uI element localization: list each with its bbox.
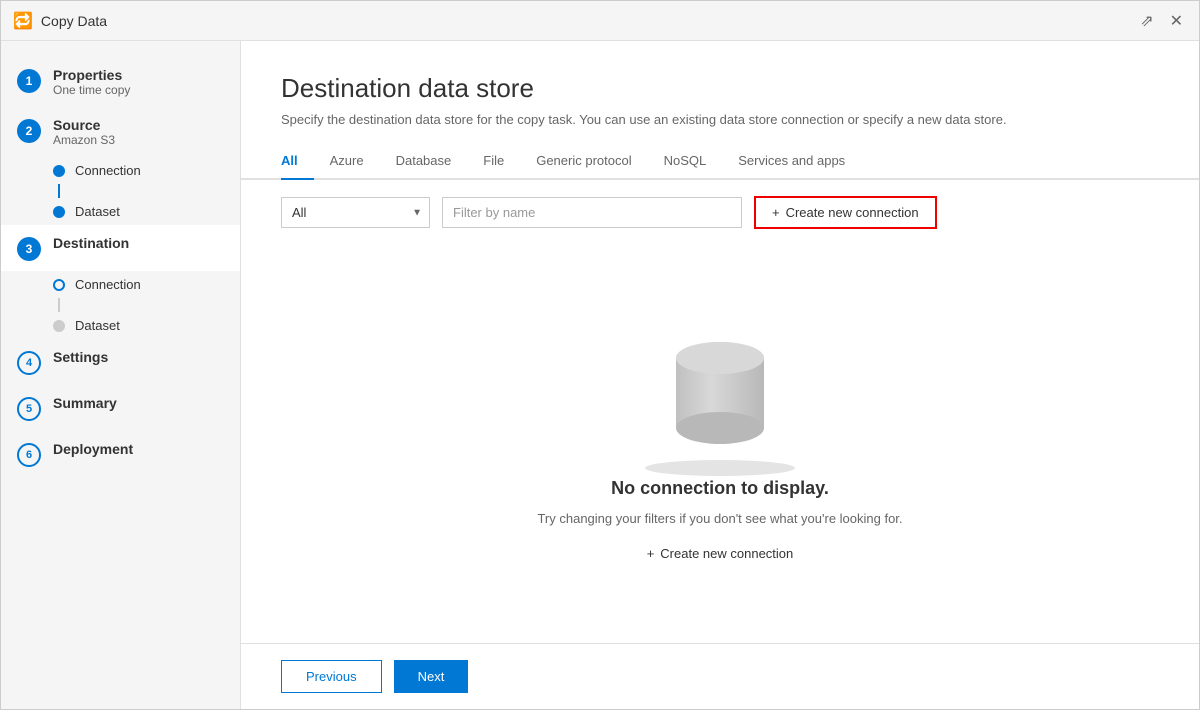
panel-subtitle: Specify the destination data store for t… <box>281 112 1159 127</box>
step-name-5: Summary <box>53 395 117 411</box>
sidebar-item-destination[interactable]: 3 Destination <box>1 225 240 271</box>
plus-icon-empty: + <box>647 546 655 561</box>
tab-azure[interactable]: Azure <box>314 143 380 180</box>
dest-sub-step-connector <box>58 298 60 312</box>
window-controls: ⇗ ✕ <box>1136 9 1187 33</box>
empty-state: No connection to display. Try changing y… <box>241 245 1199 643</box>
source-dataset-sub-step: Dataset <box>53 198 240 225</box>
create-connection-button-top[interactable]: + Create new connection <box>754 196 937 229</box>
main-panel: Destination data store Specify the desti… <box>241 41 1199 709</box>
step-label-2: Source Amazon S3 <box>53 117 115 147</box>
panel-header: Destination data store Specify the desti… <box>241 41 1199 143</box>
tab-services-and-apps[interactable]: Services and apps <box>722 143 861 180</box>
step-label-6: Deployment <box>53 441 133 457</box>
title-bar: 🔁 Copy Data ⇗ ✕ <box>1 1 1199 41</box>
sidebar-item-properties[interactable]: 1 Properties One time copy <box>1 57 240 107</box>
sidebar: 1 Properties One time copy 2 Source Amaz… <box>1 41 241 709</box>
source-dataset-label: Dataset <box>75 204 120 219</box>
plus-icon: + <box>772 205 780 220</box>
tabs-bar: All Azure Database File Generic protocol… <box>241 143 1199 180</box>
copy-data-window: 🔁 Copy Data ⇗ ✕ 1 Properties One time co… <box>0 0 1200 710</box>
step-circle-4: 4 <box>17 351 41 375</box>
step-circle-6: 6 <box>17 443 41 467</box>
panel-footer: Previous Next <box>241 643 1199 709</box>
tab-nosql[interactable]: NoSQL <box>648 143 723 180</box>
database-shadow <box>640 458 800 478</box>
tab-file[interactable]: File <box>467 143 520 180</box>
dest-dataset-label: Dataset <box>75 318 120 333</box>
main-content: 1 Properties One time copy 2 Source Amaz… <box>1 41 1199 709</box>
step-sub-2: Amazon S3 <box>53 133 115 147</box>
dest-connection-label: Connection <box>75 277 141 292</box>
step-label-1: Properties One time copy <box>53 67 130 97</box>
step-circle-3: 3 <box>17 237 41 261</box>
close-button[interactable]: ✕ <box>1166 9 1187 33</box>
step-name-2: Source <box>53 117 115 133</box>
dest-connection-dot <box>53 279 65 291</box>
source-connection-label: Connection <box>75 163 141 178</box>
source-sub-steps: Connection Dataset <box>1 157 240 225</box>
step-name-1: Properties <box>53 67 130 83</box>
copy-data-icon: 🔁 <box>13 11 33 31</box>
create-connection-button-empty[interactable]: + Create new connection <box>647 546 794 561</box>
step-name-3: Destination <box>53 235 129 251</box>
filter-name-input[interactable] <box>442 197 742 228</box>
step-circle-5: 5 <box>17 397 41 421</box>
sidebar-item-deployment[interactable]: 6 Deployment <box>1 431 240 477</box>
sidebar-item-summary[interactable]: 5 Summary <box>1 385 240 431</box>
dest-dataset-sub-step: Dataset <box>53 312 240 339</box>
database-icon <box>660 328 780 458</box>
filter-select-wrap: All Azure Database File Generic protocol… <box>281 197 430 228</box>
sidebar-item-source[interactable]: 2 Source Amazon S3 <box>1 107 240 157</box>
create-btn-label: Create new connection <box>786 205 919 220</box>
tab-generic-protocol[interactable]: Generic protocol <box>520 143 647 180</box>
next-button[interactable]: Next <box>394 660 469 693</box>
maximize-button[interactable]: ⇗ <box>1136 9 1157 33</box>
step-label-5: Summary <box>53 395 117 411</box>
sub-step-connector <box>58 184 60 198</box>
step-sub-1: One time copy <box>53 83 130 97</box>
window-title: Copy Data <box>41 13 1136 29</box>
dest-sub-steps: Connection Dataset <box>1 271 240 339</box>
source-connection-sub-step: Connection <box>53 157 240 184</box>
dest-dataset-dot <box>53 320 65 332</box>
step-circle-1: 1 <box>17 69 41 93</box>
sidebar-item-settings[interactable]: 4 Settings <box>1 339 240 385</box>
source-dataset-dot <box>53 206 65 218</box>
step-name-6: Deployment <box>53 441 133 457</box>
dest-connection-sub-step: Connection <box>53 271 240 298</box>
create-link-label: Create new connection <box>660 546 793 561</box>
filter-bar: All Azure Database File Generic protocol… <box>241 180 1199 245</box>
tab-database[interactable]: Database <box>380 143 468 180</box>
previous-button[interactable]: Previous <box>281 660 382 693</box>
step-label-4: Settings <box>53 349 108 365</box>
panel-title: Destination data store <box>281 73 1159 104</box>
tab-all[interactable]: All <box>281 143 314 180</box>
source-connection-dot <box>53 165 65 177</box>
empty-state-subtitle: Try changing your filters if you don't s… <box>537 511 902 526</box>
step-name-4: Settings <box>53 349 108 365</box>
filter-dropdown[interactable]: All Azure Database File Generic protocol… <box>281 197 430 228</box>
empty-state-title: No connection to display. <box>611 478 829 499</box>
step-circle-2: 2 <box>17 119 41 143</box>
step-label-3: Destination <box>53 235 129 251</box>
